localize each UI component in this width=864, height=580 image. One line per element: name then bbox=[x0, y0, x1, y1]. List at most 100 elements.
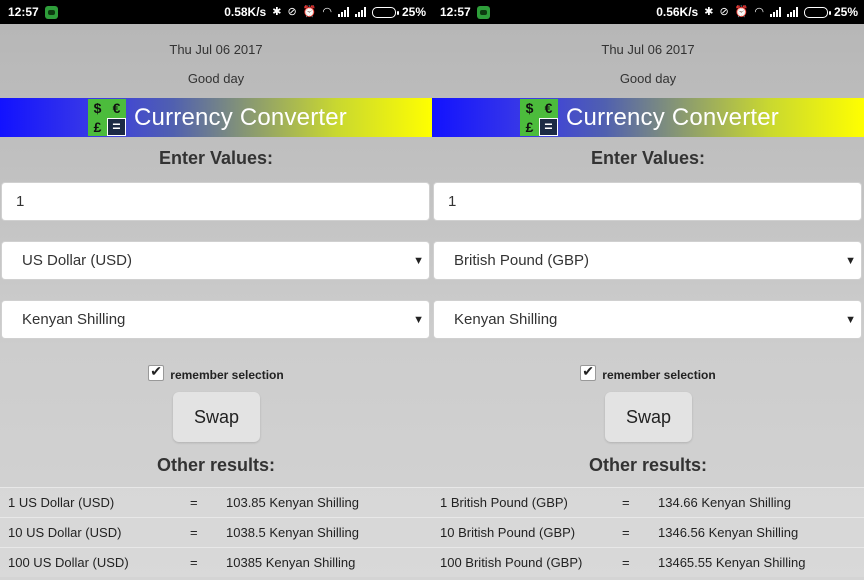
screens: 12:57 0.58K/s ✱ ⊘ ⏰ ◠ 25% Thu Jul 06 201… bbox=[0, 0, 864, 580]
status-right: 0.58K/s ✱ ⊘ ⏰ ◠ 25% bbox=[224, 5, 426, 19]
result-row: 10 US Dollar (USD) = 1038.5 Kenyan Shill… bbox=[0, 517, 432, 547]
wifi-icon: ◠ bbox=[322, 5, 332, 18]
signal-icon bbox=[786, 7, 798, 17]
result-to: 13465.55 Kenyan Shilling bbox=[658, 555, 806, 570]
equals-glyph: = bbox=[107, 117, 126, 136]
from-currency-select[interactable]: US Dollar (USD) ▼ bbox=[1, 241, 430, 280]
alarm-icon: ⏰ bbox=[302, 5, 317, 18]
result-row: 100 US Dollar (USD) = 10385 Kenyan Shill… bbox=[0, 547, 432, 577]
app-title: Currency Converter bbox=[134, 103, 348, 131]
battery-percent: 25% bbox=[833, 5, 858, 19]
alarm-icon: ⏰ bbox=[734, 5, 749, 18]
status-right: 0.56K/s ✱ ⊘ ⏰ ◠ 25% bbox=[656, 5, 858, 19]
result-to: 1038.5 Kenyan Shilling bbox=[226, 525, 359, 540]
battery-icon bbox=[803, 6, 831, 18]
result-row: 10 British Pound (GBP) = 1346.56 Kenyan … bbox=[432, 517, 864, 547]
result-from: 100 US Dollar (USD) bbox=[8, 555, 129, 570]
status-time: 12:57 bbox=[8, 5, 39, 19]
dropdown-arrow-icon: ▼ bbox=[413, 313, 424, 326]
dollar-glyph: $ bbox=[93, 100, 102, 116]
dropdown-arrow-icon: ▼ bbox=[845, 313, 856, 326]
remember-checkbox[interactable] bbox=[580, 363, 597, 381]
from-currency-value: US Dollar (USD) bbox=[22, 252, 133, 269]
result-to: 103.85 Kenyan Shilling bbox=[226, 495, 359, 510]
result-equals: = bbox=[190, 495, 198, 510]
dollar-glyph: $ bbox=[525, 100, 534, 116]
greeting-text: Good day bbox=[619, 71, 677, 86]
status-time: 12:57 bbox=[440, 5, 471, 19]
result-equals: = bbox=[190, 555, 198, 570]
app-notification-icon bbox=[44, 5, 58, 19]
to-currency-value: Kenyan Shilling bbox=[454, 311, 558, 328]
remember-selection-row: remember selection bbox=[0, 363, 432, 382]
other-results-heading: Other results: bbox=[588, 455, 708, 475]
bluetooth-icon: ✱ bbox=[272, 5, 282, 18]
signal-icon bbox=[354, 7, 366, 17]
from-currency-value: British Pound (GBP) bbox=[454, 252, 590, 269]
pound-glyph: £ bbox=[525, 118, 534, 135]
swap-button[interactable]: Swap bbox=[605, 392, 692, 442]
result-equals: = bbox=[622, 525, 630, 540]
battery-percent: 25% bbox=[401, 5, 426, 19]
screen-left: 12:57 0.58K/s ✱ ⊘ ⏰ ◠ 25% Thu Jul 06 201… bbox=[0, 0, 432, 580]
enter-values-heading: Enter Values: bbox=[590, 148, 706, 168]
result-row: 1 US Dollar (USD) = 103.85 Kenyan Shilli… bbox=[0, 487, 432, 517]
from-currency-select[interactable]: British Pound (GBP) ▼ bbox=[433, 241, 862, 280]
signal-icon bbox=[769, 7, 781, 17]
euro-glyph: € bbox=[112, 100, 121, 116]
status-bar: 12:57 0.56K/s ✱ ⊘ ⏰ ◠ 25% bbox=[432, 0, 864, 24]
result-from: 1 British Pound (GBP) bbox=[440, 495, 568, 510]
dropdown-arrow-icon: ▼ bbox=[845, 254, 856, 267]
currency-logo-icon: $ € £ = bbox=[520, 99, 558, 136]
euro-glyph: € bbox=[544, 100, 553, 116]
results-list: 1 US Dollar (USD) = 103.85 Kenyan Shilli… bbox=[0, 487, 432, 577]
result-from: 10 US Dollar (USD) bbox=[8, 525, 122, 540]
results-list: 1 British Pound (GBP) = 134.66 Kenyan Sh… bbox=[432, 487, 864, 577]
bluetooth-icon: ✱ bbox=[704, 5, 714, 18]
result-from: 10 British Pound (GBP) bbox=[440, 525, 576, 540]
app-notification-icon bbox=[476, 5, 490, 19]
to-currency-select[interactable]: Kenyan Shilling ▼ bbox=[1, 300, 430, 339]
signal-icon bbox=[337, 7, 349, 17]
result-row: 100 British Pound (GBP) = 13465.55 Kenya… bbox=[432, 547, 864, 577]
date-text: Thu Jul 06 2017 bbox=[601, 42, 695, 57]
remember-label: remember selection bbox=[602, 368, 716, 382]
mute-icon: ⊘ bbox=[287, 5, 297, 18]
amount-input[interactable]: 1 bbox=[1, 182, 430, 221]
mute-icon: ⊘ bbox=[719, 5, 729, 18]
result-to: 134.66 Kenyan Shilling bbox=[658, 495, 791, 510]
result-equals: = bbox=[622, 555, 630, 570]
amount-input[interactable]: 1 bbox=[433, 182, 862, 221]
swap-button[interactable]: Swap bbox=[173, 392, 260, 442]
remember-label: remember selection bbox=[170, 368, 284, 382]
result-row: 1 British Pound (GBP) = 134.66 Kenyan Sh… bbox=[432, 487, 864, 517]
equals-glyph: = bbox=[539, 117, 558, 136]
result-equals: = bbox=[190, 525, 198, 540]
dropdown-arrow-icon: ▼ bbox=[413, 254, 424, 267]
pound-glyph: £ bbox=[93, 118, 102, 135]
enter-values-heading: Enter Values: bbox=[158, 148, 274, 168]
amount-value: 1 bbox=[448, 193, 457, 210]
app-banner: $ € £ = Currency Converter bbox=[0, 98, 432, 137]
greeting-text: Good day bbox=[187, 71, 245, 86]
app-title: Currency Converter bbox=[566, 103, 780, 131]
network-speed: 0.56K/s bbox=[656, 5, 699, 19]
status-bar: 12:57 0.58K/s ✱ ⊘ ⏰ ◠ 25% bbox=[0, 0, 432, 24]
app-banner: $ € £ = Currency Converter bbox=[432, 98, 864, 137]
to-currency-value: Kenyan Shilling bbox=[22, 311, 126, 328]
remember-selection-row: remember selection bbox=[432, 363, 864, 382]
network-speed: 0.58K/s bbox=[224, 5, 267, 19]
result-equals: = bbox=[622, 495, 630, 510]
date-text: Thu Jul 06 2017 bbox=[169, 42, 263, 57]
result-from: 100 British Pound (GBP) bbox=[440, 555, 583, 570]
remember-checkbox[interactable] bbox=[148, 363, 165, 381]
wifi-icon: ◠ bbox=[754, 5, 764, 18]
other-results-heading: Other results: bbox=[156, 455, 276, 475]
currency-logo-icon: $ € £ = bbox=[88, 99, 126, 136]
result-from: 1 US Dollar (USD) bbox=[8, 495, 115, 510]
to-currency-select[interactable]: Kenyan Shilling ▼ bbox=[433, 300, 862, 339]
screen-right: 12:57 0.56K/s ✱ ⊘ ⏰ ◠ 25% Thu Jul 06 201… bbox=[432, 0, 864, 580]
result-to: 10385 Kenyan Shilling bbox=[226, 555, 356, 570]
amount-value: 1 bbox=[16, 193, 25, 210]
battery-icon bbox=[371, 6, 399, 18]
